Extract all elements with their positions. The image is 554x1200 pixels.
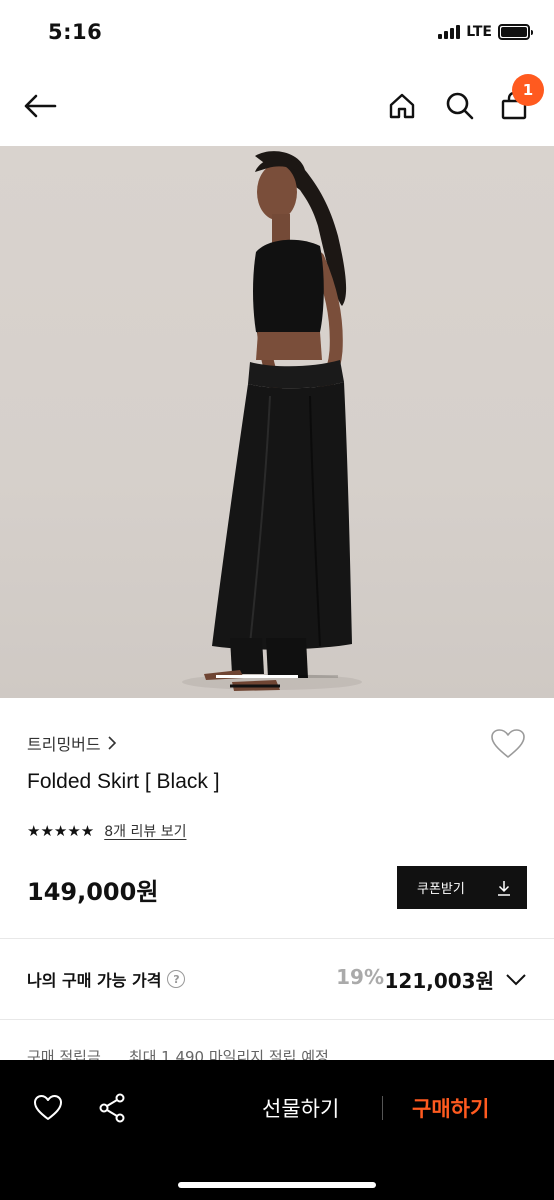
home-indicator xyxy=(178,1182,376,1188)
chevron-right-icon xyxy=(108,736,116,750)
status-time: 5:16 xyxy=(48,20,103,44)
search-button[interactable] xyxy=(438,84,482,128)
back-button[interactable] xyxy=(18,84,62,128)
home-button[interactable] xyxy=(380,84,424,128)
discount-percent: 19% xyxy=(336,965,384,989)
my-price-row[interactable]: 나의 구매 가능 가격 ? 19% 121,003원 xyxy=(0,940,554,1018)
heart-icon xyxy=(491,729,525,758)
signal-icon xyxy=(438,25,461,39)
arrow-left-icon xyxy=(24,94,57,118)
coupon-label: 쿠폰받기 xyxy=(417,882,465,897)
my-price-label-group: 나의 구매 가능 가격 ? xyxy=(27,967,186,991)
review-link[interactable]: 8개 리뷰 보기 xyxy=(104,821,186,841)
heart-icon xyxy=(34,1095,62,1120)
network-label: LTE xyxy=(466,24,492,40)
divider xyxy=(382,1096,383,1120)
divider xyxy=(0,938,554,939)
discount-price: 121,003원 xyxy=(384,969,495,993)
brand-link[interactable]: 트리밍버드 xyxy=(27,731,117,755)
model-photo xyxy=(182,151,362,691)
bottom-action-bar: 선물하기 구매하기 xyxy=(0,1060,554,1200)
product-title: Folded Skirt [ Black ] xyxy=(27,770,220,793)
question-icon[interactable]: ? xyxy=(167,970,186,988)
divider xyxy=(0,1019,554,1020)
brand-name: 트리밍버드 xyxy=(27,735,101,754)
expand-button[interactable] xyxy=(502,966,530,994)
gift-button[interactable]: 선물하기 xyxy=(262,1090,339,1126)
search-icon xyxy=(446,92,474,120)
battery-icon xyxy=(498,24,533,40)
coupon-button[interactable]: 쿠폰받기 xyxy=(397,866,527,909)
image-pager-fill xyxy=(216,675,298,678)
download-icon xyxy=(498,880,510,896)
wishlist-button[interactable] xyxy=(488,724,528,764)
image-pager xyxy=(216,675,338,678)
rating-row: ★★★★★ 8개 리뷰 보기 xyxy=(27,821,186,841)
share-icon xyxy=(99,1093,125,1123)
product-price: 149,000원 xyxy=(27,878,159,906)
top-nav xyxy=(0,66,554,146)
status-bar: 5:16 LTE xyxy=(0,0,554,66)
home-icon xyxy=(389,93,415,119)
status-indicators: LTE xyxy=(438,24,533,40)
buy-button[interactable]: 구매하기 xyxy=(412,1090,489,1126)
bottom-wishlist-button[interactable] xyxy=(30,1090,66,1126)
share-button[interactable] xyxy=(94,1090,130,1126)
cart-count-badge: 1 xyxy=(512,74,544,106)
my-price-label: 나의 구매 가능 가격 xyxy=(27,971,162,990)
chevron-down-icon xyxy=(506,974,526,986)
product-image[interactable] xyxy=(0,146,554,698)
star-rating: ★★★★★ xyxy=(27,822,95,840)
